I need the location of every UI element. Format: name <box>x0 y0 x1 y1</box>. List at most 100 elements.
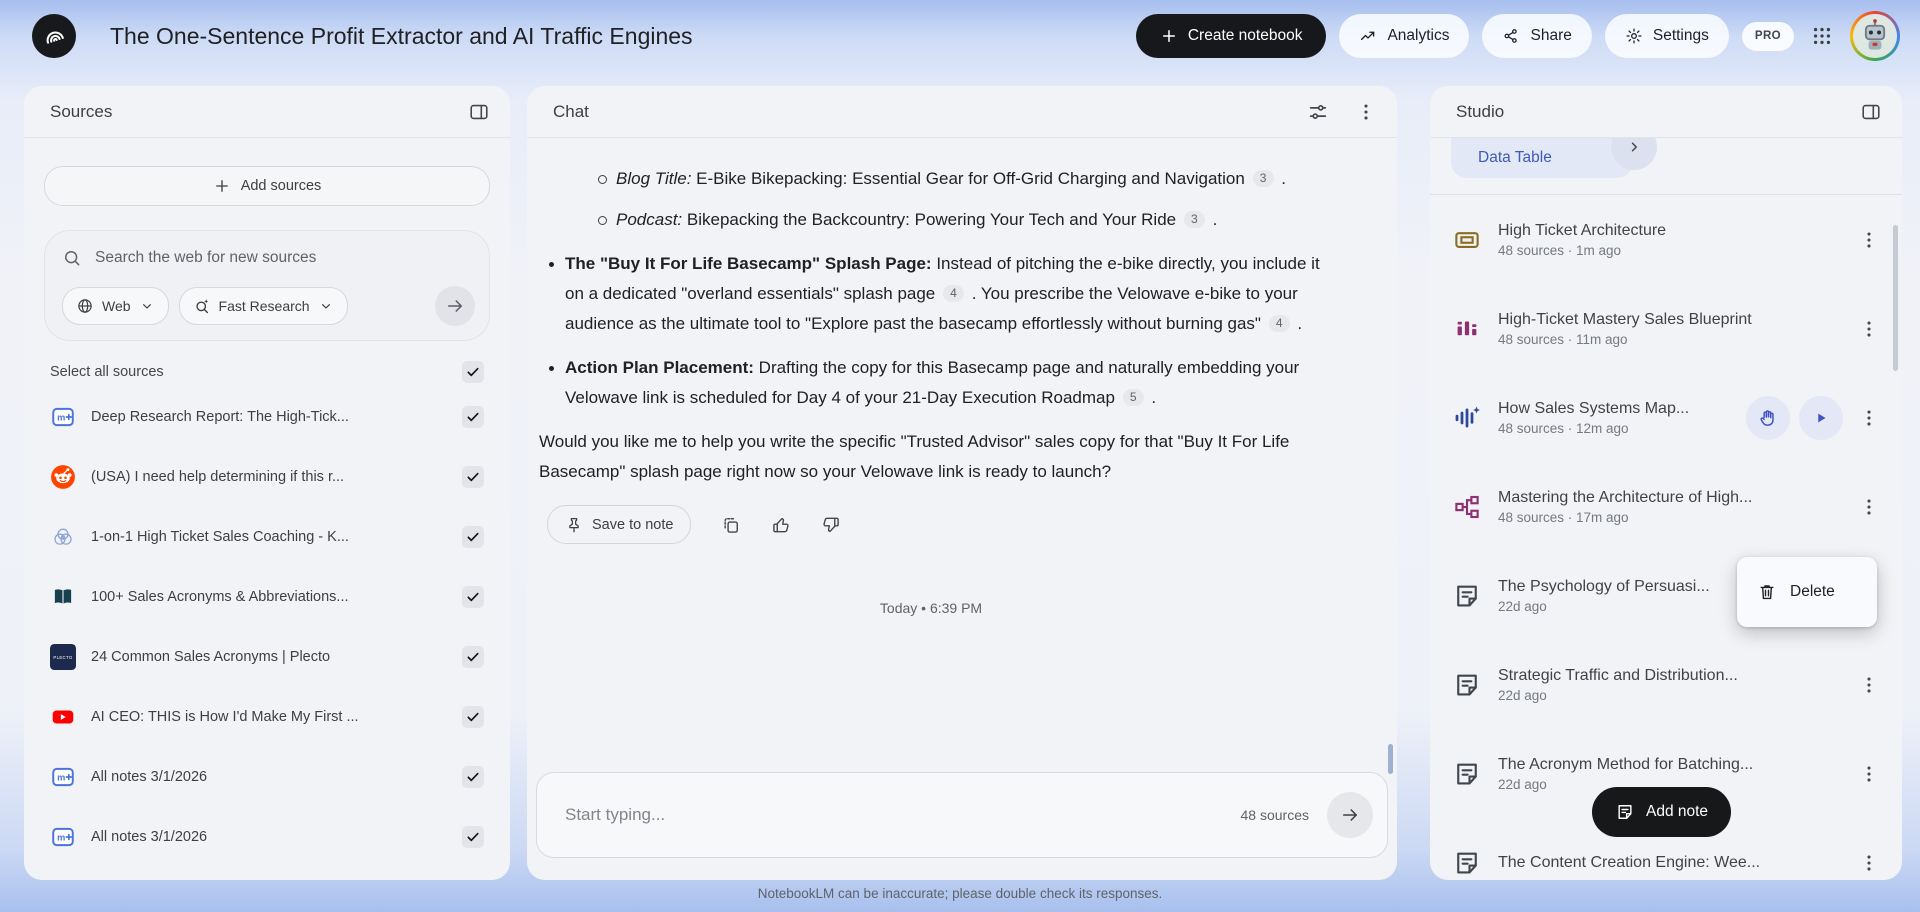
studio-flashcards-icon <box>1452 225 1482 255</box>
kebab-menu-icon <box>1858 318 1880 340</box>
select-all-sources-row: Select all sources <box>50 357 484 387</box>
save-to-note-button[interactable]: Save to note <box>547 505 692 544</box>
kebab-menu-icon[interactable] <box>1355 101 1377 123</box>
studio-item-menu-button[interactable] <box>1852 761 1886 787</box>
chat-bullet-block: Action Plan Placement: Drafting the copy… <box>539 353 1323 413</box>
kebab-menu-icon <box>1858 852 1880 874</box>
studio-item-menu-button[interactable] <box>1852 672 1886 698</box>
studio-item-menu-button[interactable] <box>1852 405 1886 431</box>
settings-button[interactable]: Settings <box>1604 14 1729 58</box>
source-row[interactable]: (USA) I need help determining if this r.… <box>44 447 490 507</box>
source-checkbox[interactable] <box>462 406 484 428</box>
apps-grid-button[interactable] <box>1807 21 1837 51</box>
settings-label: Settings <box>1652 27 1709 44</box>
source-checkbox[interactable] <box>462 646 484 668</box>
top-bar-actions: Create notebook Analytics Share Settings… <box>1135 11 1900 61</box>
chat-panel: Chat Blog Title: E-Bike Bikepacking: Ess… <box>527 86 1397 880</box>
studio-item-row[interactable]: Strategic Traffic and Distribution... 22… <box>1430 640 1902 729</box>
expand-panel-icon[interactable] <box>1860 101 1882 123</box>
arrow-right-icon <box>1340 805 1360 825</box>
source-checkbox[interactable] <box>462 526 484 548</box>
play-audio-button[interactable] <box>1799 395 1843 440</box>
robot-avatar-icon <box>1853 14 1897 58</box>
studio-item-row[interactable]: High-Ticket Mastery Sales Blueprint 48 s… <box>1430 284 1902 373</box>
source-title: Deep Research Report: The High-Tick... <box>91 409 349 425</box>
fast-research-icon <box>193 297 211 315</box>
citation-chip[interactable]: 4 <box>1268 314 1290 332</box>
citation-chip[interactable]: 4 <box>943 284 964 302</box>
interactive-mode-button[interactable] <box>1746 395 1790 440</box>
data-table-chip[interactable]: Data Table <box>1451 138 1633 178</box>
avatar-robot-image <box>1853 14 1897 58</box>
source-checkbox[interactable] <box>462 706 484 728</box>
analytics-label: Analytics <box>1387 27 1450 44</box>
thumbs-up-button[interactable] <box>771 515 791 535</box>
source-checkbox[interactable] <box>462 466 484 488</box>
chevron-down-icon <box>318 298 334 314</box>
source-checkbox[interactable] <box>462 826 484 848</box>
source-row[interactable]: PLECTO 24 Common Sales Acronyms | Plecto <box>44 627 490 687</box>
source-row[interactable]: m All notes 3/1/2026 <box>44 807 490 867</box>
add-note-button[interactable]: Add note <box>1592 787 1732 837</box>
italic-label: Podcast: <box>616 210 683 229</box>
citation-chip[interactable]: 3 <box>1183 210 1205 228</box>
copy-button[interactable] <box>721 515 741 535</box>
source-checkbox[interactable] <box>462 586 484 608</box>
thumbs-down-button[interactable] <box>821 515 841 535</box>
send-button[interactable] <box>1327 792 1373 838</box>
kebab-menu-icon <box>1858 229 1880 251</box>
source-row[interactable]: AI CEO: THIS is How I'd Make My First ..… <box>44 687 490 747</box>
studio-item-meta: 48 sources · 1m ago <box>1498 242 1622 258</box>
checkmark-icon <box>465 829 481 845</box>
studio-item-menu-button[interactable] <box>1852 316 1886 342</box>
source-row[interactable]: 100+ Sales Acronyms & Abbreviations... <box>44 567 490 627</box>
chat-input[interactable] <box>563 804 1241 826</box>
notebooklm-logo[interactable] <box>32 14 76 58</box>
studio-note-icon <box>1452 670 1482 700</box>
add-sources-button[interactable]: Add sources <box>44 166 490 206</box>
page-background: The One-Sentence Profit Extractor and AI… <box>0 0 1920 912</box>
studio-item-title: How Sales Systems Map... <box>1498 399 1690 417</box>
bold-label: Action Plan Placement: <box>565 358 754 377</box>
chat-message-area[interactable]: Blog Title: E-Bike Bikepacking: Essentia… <box>527 138 1397 740</box>
web-filter-label: Web <box>102 298 131 314</box>
source-book-icon <box>50 584 76 610</box>
studio-item-row[interactable]: How Sales Systems Map... 48 sources · 12… <box>1430 373 1902 462</box>
analytics-button[interactable]: Analytics <box>1339 14 1470 58</box>
share-button[interactable]: Share <box>1482 14 1592 58</box>
hand-wave-icon <box>1757 407 1779 429</box>
web-filter-dropdown[interactable]: Web <box>62 287 169 325</box>
account-avatar[interactable] <box>1850 11 1900 61</box>
delete-menu-item[interactable]: Delete <box>1737 557 1877 627</box>
studio-item-menu-button[interactable] <box>1852 850 1886 876</box>
checkmark-icon <box>465 649 481 665</box>
collapse-panel-icon[interactable] <box>468 101 490 123</box>
search-submit-button[interactable] <box>435 286 475 326</box>
source-row[interactable]: 1-on-1 High Ticket Sales Coaching - K... <box>44 507 490 567</box>
chevron-right-icon <box>1625 138 1643 156</box>
source-checkbox[interactable] <box>462 766 484 788</box>
select-all-checkbox[interactable] <box>462 361 484 383</box>
chat-scrollbar-thumb[interactable] <box>1388 744 1393 774</box>
citation-chip[interactable]: 5 <box>1122 388 1144 406</box>
research-mode-dropdown[interactable]: Fast Research <box>178 287 348 325</box>
studio-item-menu-button[interactable] <box>1852 227 1886 253</box>
kebab-menu-icon <box>1858 496 1880 518</box>
svg-text:m: m <box>57 833 65 843</box>
create-notebook-button[interactable]: Create notebook <box>1135 14 1327 58</box>
studio-item-meta: 48 sources · 17m ago <box>1498 509 1629 525</box>
kebab-menu-icon <box>1858 407 1880 429</box>
studio-item-row[interactable]: Mastering the Architecture of High... 48… <box>1430 462 1902 551</box>
studio-item-row[interactable]: High Ticket Architecture 48 sources · 1m… <box>1430 195 1902 284</box>
source-row[interactable]: m Deep Research Report: The High-Tick... <box>44 387 490 447</box>
source-row[interactable]: m All notes 3/1/2026 <box>44 747 490 807</box>
tune-settings-icon[interactable] <box>1307 101 1329 123</box>
studio-item-menu-button[interactable] <box>1852 494 1886 520</box>
studio-audio-waveform-icon <box>1452 403 1482 433</box>
web-search-input[interactable]: Search the web for new sources <box>62 248 475 268</box>
studio-flowchart-icon <box>1452 492 1482 522</box>
search-icon <box>62 248 82 268</box>
studio-scrollbar-thumb[interactable] <box>1893 225 1898 371</box>
source-venn-icon <box>50 524 76 550</box>
citation-chip[interactable]: 3 <box>1252 169 1274 187</box>
